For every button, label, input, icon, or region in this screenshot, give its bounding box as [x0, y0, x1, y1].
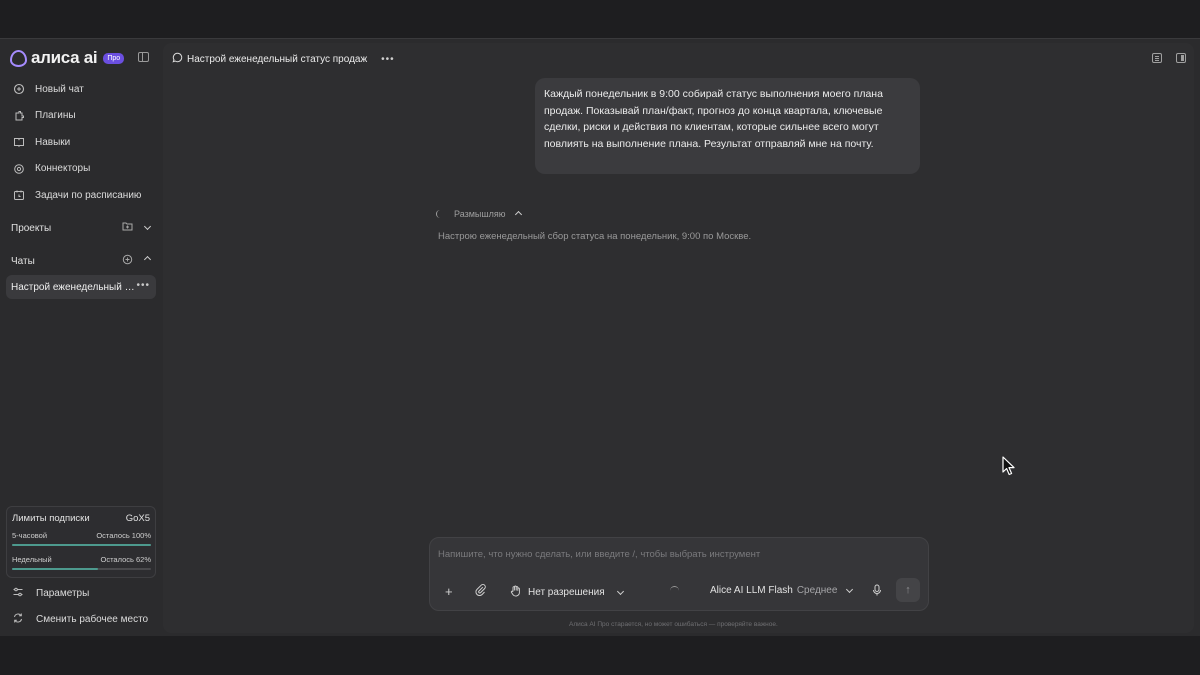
logo[interactable]: алиса ai Про — [10, 48, 125, 68]
sidebar-item-label: Навыки — [35, 136, 71, 148]
loading-spinner-icon — [670, 586, 679, 595]
sidebar-nav: Новый чат Плагины Навыки Коннекторы Зада… — [6, 76, 156, 209]
connector-icon — [12, 162, 25, 175]
chat-header: Настрой еженедельный статус продаж ••• — [172, 52, 395, 66]
model-mode: Среднее — [796, 585, 838, 596]
more-options-icon[interactable]: ••• — [381, 54, 395, 65]
limit-label: 5-часовой — [12, 531, 48, 540]
chat-bubble-icon — [172, 52, 183, 66]
composer: + Нет разрешения Alice AI LLM Flash Сред… — [429, 537, 929, 611]
limit-label: Недельный — [12, 555, 52, 564]
bottom-bar — [0, 636, 1200, 675]
sidebar-item-skills[interactable]: Навыки — [6, 129, 156, 156]
new-project-icon[interactable] — [122, 221, 133, 234]
subscription-limits[interactable]: Лимиты подписки GoX5 5-часовой Осталось … — [6, 506, 156, 578]
side-panel-icon[interactable] — [1176, 53, 1186, 63]
sidebar-item-label: Плагины — [35, 110, 76, 122]
sidebar-item-scheduled-tasks[interactable]: Задачи по расписанию — [6, 182, 156, 209]
sliders-icon — [12, 586, 24, 601]
book-icon — [12, 136, 25, 149]
sidebar: алиса ai Про Новый чат Плагины Навыки Ко… — [0, 39, 162, 637]
limit-row-5h: 5-часовой Осталось 100% — [12, 531, 151, 540]
limit-progress-5h — [12, 544, 151, 546]
sidebar-toggle-icon[interactable] — [138, 52, 149, 62]
plugin-icon — [12, 109, 25, 122]
notes-icon[interactable] — [1152, 53, 1162, 63]
arrow-up-icon: ↑ — [905, 584, 911, 596]
chat-list-item-active[interactable]: Настрой еженедельный статус продаж ••• — [6, 275, 156, 299]
limit-progress-weekly — [12, 568, 151, 570]
spinner-icon — [436, 210, 444, 218]
chat-plus-icon — [12, 83, 25, 96]
switch-icon — [12, 612, 24, 627]
chat-area: Настрой еженедельный статус продаж ••• К… — [163, 43, 1194, 633]
chevron-down-icon[interactable] — [143, 221, 152, 234]
alice-logo-icon — [10, 49, 27, 67]
projects-label: Проекты — [11, 222, 52, 234]
permissions-label: Нет разрешения — [528, 587, 605, 598]
chevron-down-icon — [616, 587, 624, 595]
more-options-icon[interactable]: ••• — [136, 280, 150, 291]
app-window: алиса ai Про Новый чат Плагины Навыки Ко… — [0, 38, 1200, 637]
chat-title[interactable]: Настрой еженедельный статус продаж — [187, 54, 367, 65]
limit-fill — [12, 544, 151, 546]
sidebar-item-plugins[interactable]: Плагины — [6, 103, 156, 130]
screen: алиса ai Про Новый чат Плагины Навыки Ко… — [0, 0, 1200, 675]
limits-plan: GoX5 — [125, 513, 150, 524]
chats-label: Чаты — [11, 255, 35, 267]
chats-section[interactable]: Чаты — [6, 251, 156, 271]
settings-label: Параметры — [36, 587, 90, 599]
chat-title: Настрой еженедельный статус продаж — [11, 281, 136, 293]
pro-badge: Про — [103, 52, 125, 64]
sidebar-item-label: Новый чат — [35, 83, 84, 95]
projects-section[interactable]: Проекты — [6, 218, 156, 238]
user-message: Каждый понедельник в 9:00 собирай статус… — [535, 78, 920, 174]
switch-workspace-label: Сменить рабочее место — [36, 613, 149, 625]
limit-status: Осталось 100% — [96, 531, 151, 540]
hand-icon — [510, 585, 521, 600]
microphone-icon[interactable] — [872, 584, 882, 598]
sidebar-item-connectors[interactable]: Коннекторы — [6, 156, 156, 183]
sidebar-item-new-chat[interactable]: Новый чат — [6, 76, 156, 103]
limit-fill — [12, 568, 99, 570]
thinking-text: Настрою еженедельный сбор статуса на пон… — [438, 231, 752, 242]
chevron-up-icon[interactable] — [143, 254, 152, 268]
mouse-cursor-icon — [1002, 456, 1015, 476]
send-button[interactable]: ↑ — [896, 578, 920, 602]
sidebar-item-label: Задачи по расписанию — [35, 189, 142, 201]
model-name: Alice AI LLM Flash — [710, 585, 793, 596]
calendar-icon — [12, 189, 25, 202]
thinking-label: Размышляю — [454, 209, 506, 219]
add-icon[interactable]: + — [445, 585, 453, 598]
permissions-dropdown[interactable]: Нет разрешения — [510, 585, 624, 600]
limit-row-weekly: Недельный Осталось 62% — [12, 555, 151, 564]
limit-status: Осталось 62% — [100, 555, 152, 564]
limits-title: Лимиты подписки — [12, 513, 90, 524]
top-bar — [0, 0, 1200, 38]
message-input[interactable] — [438, 546, 908, 562]
thinking-toggle[interactable]: Размышляю — [436, 209, 522, 219]
logo-text: алиса ai — [31, 48, 98, 67]
header-actions — [1152, 53, 1186, 63]
disclaimer: Алиса AI Про старается, но может ошибать… — [569, 621, 778, 628]
sidebar-item-label: Коннекторы — [35, 163, 91, 175]
chevron-up-icon — [514, 209, 522, 219]
settings-button[interactable]: Параметры — [12, 584, 89, 602]
chevron-down-icon — [846, 585, 854, 593]
attach-icon[interactable] — [475, 584, 486, 598]
model-selector[interactable]: Alice AI LLM Flash Среднее — [710, 585, 854, 596]
switch-workspace-button[interactable]: Сменить рабочее место — [12, 610, 148, 628]
new-chat-icon[interactable] — [122, 254, 133, 268]
